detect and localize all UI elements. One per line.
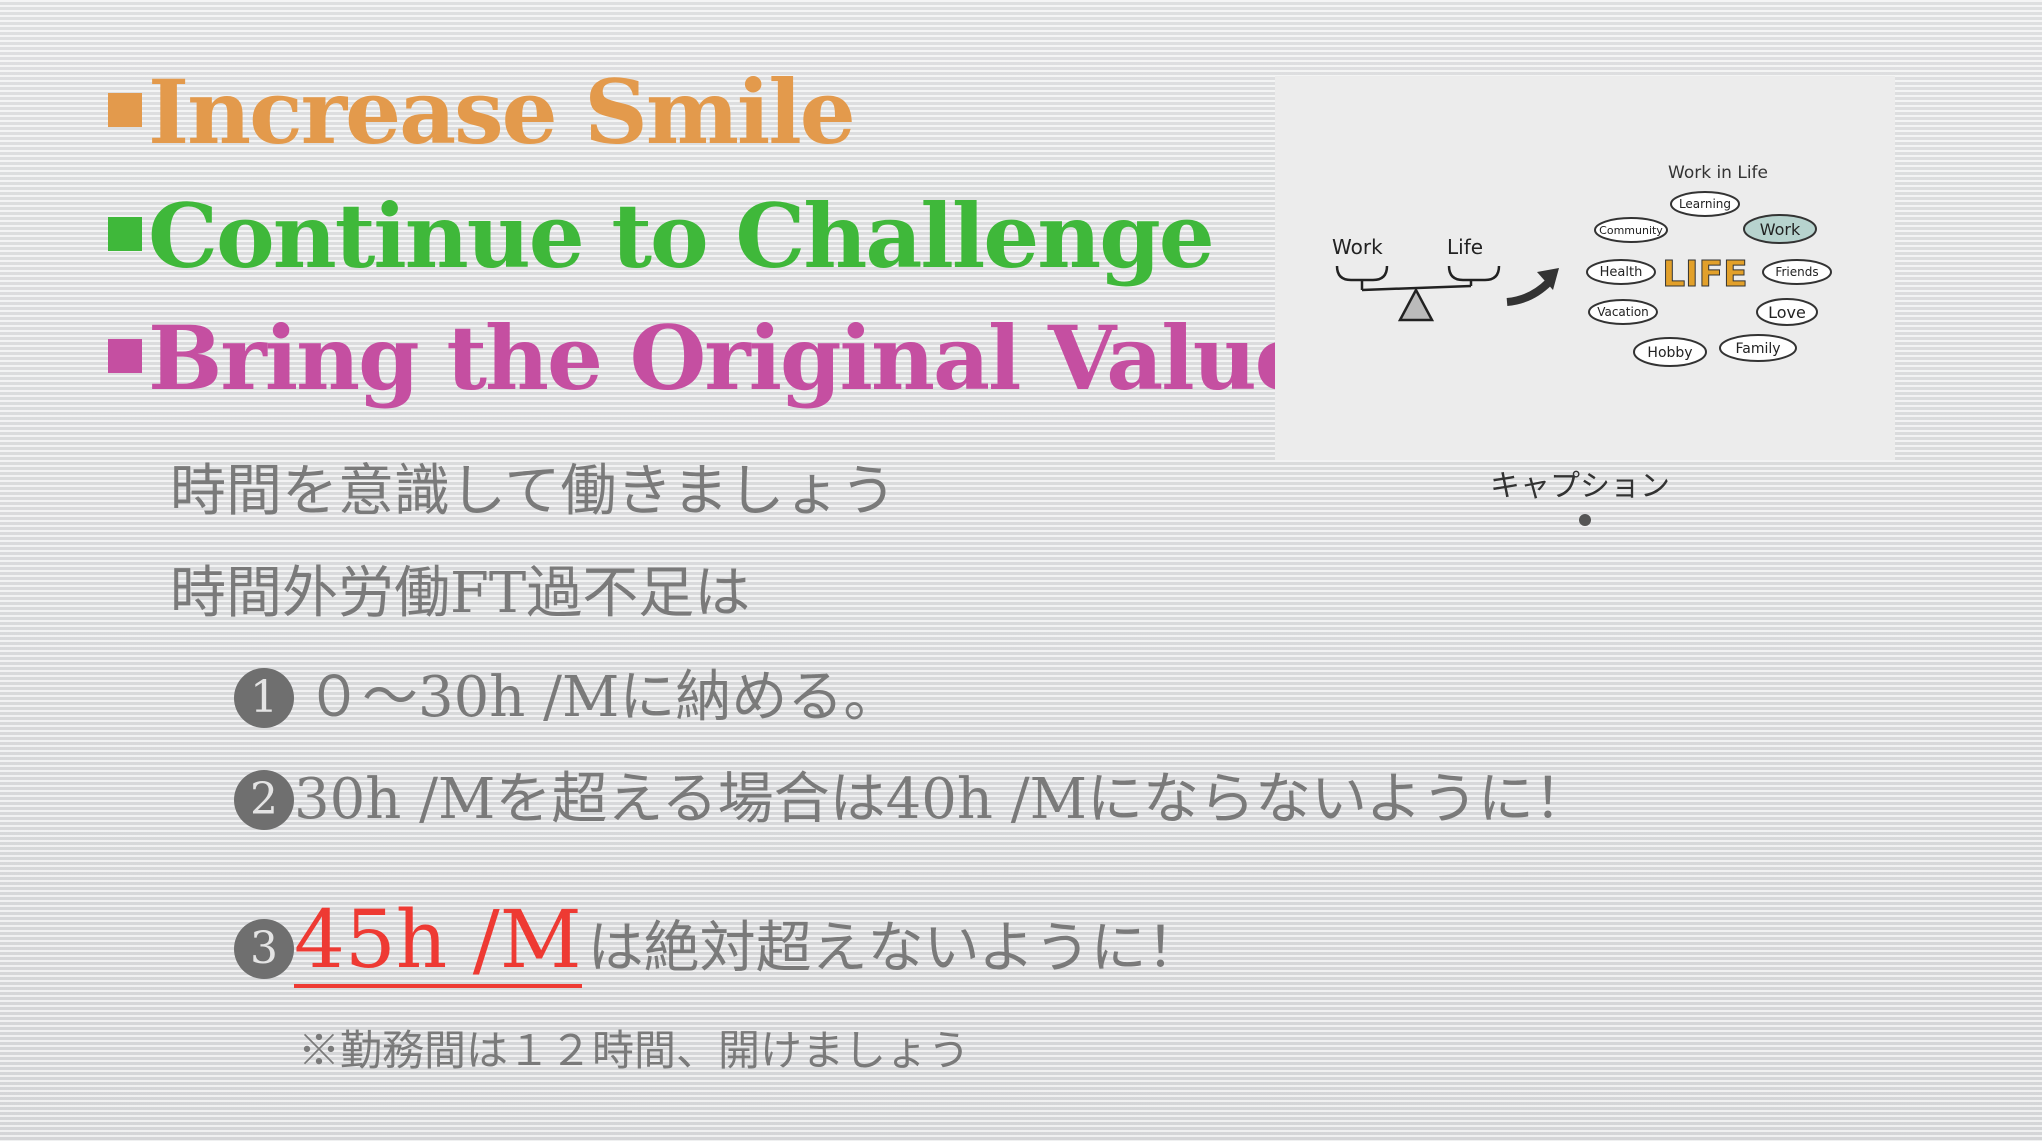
square-bullet-icon [108,93,142,127]
list-item-2-text: 30h /Mを超える場合は40h /Mにならないように！ [294,767,1590,832]
bubble-learning: Learning [1679,197,1731,211]
image-caption: キャプション [1490,469,1670,504]
footnote: ※勤務間は１２時間、開けましょう [298,1026,971,1075]
bubble-love: Love [1768,303,1806,322]
number-badge-2: 2 [234,769,294,830]
arrow-icon [1506,268,1559,306]
label-life: Life [1447,235,1483,259]
body-line-2: 時間外労働FT過不足は [170,561,751,626]
heading-continue-to-challenge: Continue to Challenge [108,192,1215,280]
heading-increase-smile: Increase Smile [108,68,856,156]
list-item-3: 3 45h /M は絶対超えないように！ [234,900,1203,988]
bubble-community: Community [1599,224,1663,237]
square-bullet-icon [108,217,142,251]
list-item-1-text: ０～30h /Mに納める。 [306,665,900,730]
list-item-3-text: は絶対超えないように！ [587,916,1203,981]
image-title: Work in Life [1668,163,1768,183]
seesaw-icon [1335,265,1501,322]
center-life: LIFE [1662,254,1748,295]
square-bullet-icon [108,339,142,373]
body-line-1: 時間を意識して働きましょう [170,459,897,524]
slide: Increase Smile Continue to Challenge Bri… [0,0,2042,1141]
bubble-friends: Friends [1775,265,1818,279]
list-item-1: 1 ０～30h /Mに納める。 [234,667,899,732]
work-in-life-illustration: Work Life Work in Life LIFE Learning Wor… [1275,76,1895,460]
list-item-2: 2 30h /Mを超える場合は40h /Mにならないように！ [234,769,1590,834]
bubble-vacation: Vacation [1597,305,1649,319]
number-badge-1: 1 [234,667,294,728]
bubble-hobby: Hobby [1647,345,1692,361]
caption-bullet [1579,514,1591,526]
bubble-family: Family [1735,341,1780,357]
bubble-work: Work [1760,220,1801,239]
bubble-health: Health [1600,265,1643,280]
list-item-3-highlight: 45h /M [294,893,582,988]
label-work: Work [1332,235,1383,259]
heading-bring-original-value: Bring the Original Value [108,314,1311,402]
number-badge-3: 3 [234,918,294,979]
